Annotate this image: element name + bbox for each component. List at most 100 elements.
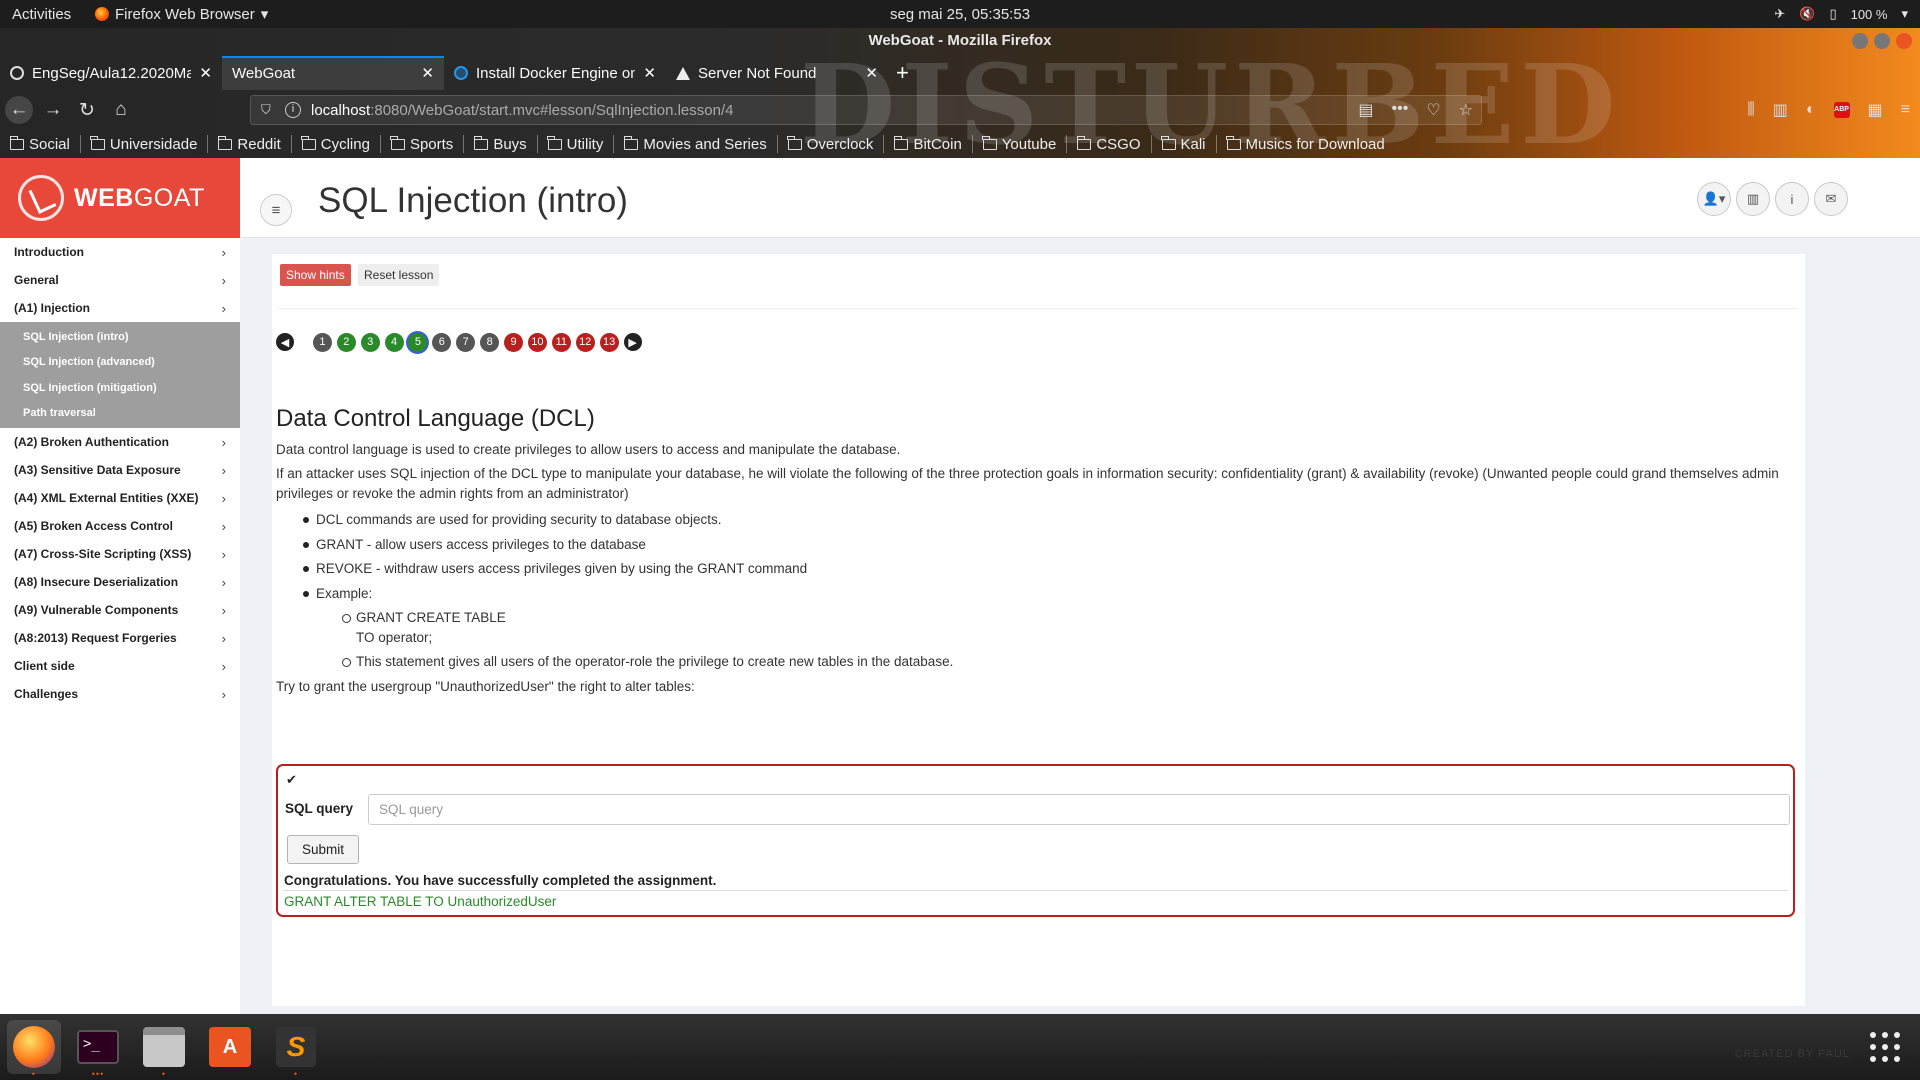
sidebar-category[interactable]: (A1) Injection ›	[0, 294, 240, 322]
pocket-icon[interactable]: ♡	[1426, 100, 1440, 120]
bookmark-folder[interactable]: Cycling	[301, 135, 381, 153]
site-info-icon[interactable]: i	[285, 102, 301, 118]
reload-button[interactable]: ↻	[73, 96, 101, 124]
bookmark-folder[interactable]: Reddit	[217, 135, 292, 153]
url-bar[interactable]: ⛉ i localhost :8080/WebGoat/start.mvc#le…	[250, 95, 1482, 125]
page-button[interactable]: 12	[575, 332, 595, 352]
new-tab-button[interactable]: +	[888, 56, 917, 90]
bookmark-folder[interactable]: Overclock	[787, 135, 885, 153]
sql-query-input[interactable]: SQL query	[368, 794, 1790, 825]
close-window-button[interactable]	[1896, 33, 1912, 49]
about-button[interactable]: i	[1775, 182, 1809, 216]
webgoat-logo[interactable]: WEBGOAT	[0, 158, 240, 238]
bookmark-folder[interactable]: BitCoin	[893, 135, 973, 153]
sidebar-category[interactable]: (A8) Insecure Deserialization ›	[0, 568, 240, 596]
caret-down-icon: ▾	[260, 6, 269, 23]
adblock-plus-icon[interactable]: ABP	[1833, 102, 1850, 118]
sidebar-category[interactable]: (A8:2013) Request Forgeries ›	[0, 624, 240, 652]
sidebar-lesson-link[interactable]: Path traversal	[0, 401, 240, 427]
home-button[interactable]: ⌂	[107, 96, 135, 124]
sidebar-category[interactable]: Client side ›	[0, 652, 240, 680]
dock-sublime-text[interactable]: S •	[269, 1020, 323, 1079]
bookmark-star-icon[interactable]: ☆	[1459, 100, 1473, 120]
next-page-icon[interactable]: ▶	[623, 333, 642, 351]
close-tab-icon[interactable]: ✕	[643, 64, 656, 82]
page-actions-icon[interactable]: •••	[1392, 100, 1409, 120]
bookmark-folder[interactable]: Universidade	[90, 135, 209, 153]
tab-webgoat[interactable]: WebGoat ✕	[222, 56, 444, 90]
previous-page-icon[interactable]: ◀	[276, 333, 294, 351]
sidebar-lesson-link[interactable]: SQL Injection (mitigation)	[0, 375, 240, 401]
bookmark-label: Musics for Download	[1245, 135, 1385, 153]
sidebar-category[interactable]: (A5) Broken Access Control ›	[0, 512, 240, 540]
sidebar-category[interactable]: General ›	[0, 266, 240, 294]
forward-button[interactable]: →	[39, 96, 67, 124]
tab-server-not-found[interactable]: Server Not Found ✕	[666, 56, 888, 90]
bookmark-folder[interactable]: Buys	[473, 135, 538, 153]
bookmark-folder[interactable]: Sports	[390, 135, 465, 153]
page-button[interactable]: 6	[432, 332, 452, 352]
dock-terminal[interactable]: >_ •••	[71, 1020, 125, 1079]
tab-docker[interactable]: Install Docker Engine on ✕	[444, 56, 666, 90]
open-menu-icon[interactable]: ≡	[1901, 101, 1910, 119]
page-button[interactable]: 5	[408, 332, 428, 352]
library-icon[interactable]: ⫼	[1747, 101, 1754, 119]
page-button[interactable]: 9	[504, 332, 524, 352]
wallpaper-watermark: CREATED BY PAUL	[1734, 1048, 1850, 1060]
bookmark-folder[interactable]: Musics for Download	[1226, 135, 1395, 153]
tracking-protection-icon[interactable]: ⛉	[261, 102, 275, 118]
page-button[interactable]: 1	[312, 332, 332, 352]
bookmark-folder[interactable]: Youtube	[982, 135, 1068, 153]
sidebar-category[interactable]: (A2) Broken Authentication ›	[0, 428, 240, 456]
close-tab-icon[interactable]: ✕	[421, 64, 434, 82]
maximize-button[interactable]	[1874, 33, 1890, 49]
page-button[interactable]: 13	[599, 332, 619, 352]
page-button[interactable]: 3	[360, 332, 380, 352]
tab-github[interactable]: EngSeg/Aula12.2020Ma ✕	[0, 56, 222, 90]
sidebar-category[interactable]: (A3) Sensitive Data Exposure ›	[0, 456, 240, 484]
menu-toggle-button[interactable]: ≡	[260, 194, 292, 226]
sidebar-category[interactable]: Challenges ›	[0, 680, 240, 708]
sidebar-icon[interactable]: ▥	[1773, 100, 1788, 120]
bookmark-folder[interactable]: Utility	[547, 135, 615, 153]
contact-button[interactable]: ✉	[1814, 182, 1848, 216]
bookmark-folder[interactable]: CSGO	[1076, 135, 1152, 153]
page-button[interactable]: 2	[336, 332, 356, 352]
report-card-button[interactable]: ▥	[1736, 182, 1770, 216]
dock-software-center[interactable]: A	[203, 1020, 257, 1074]
close-tab-icon[interactable]: ✕	[199, 64, 212, 82]
reset-lesson-button[interactable]: Reset lesson	[358, 264, 440, 286]
page-button[interactable]: 7	[456, 332, 476, 352]
activities-button[interactable]: Activities	[0, 6, 95, 23]
sidebar-category[interactable]: (A7) Cross-Site Scripting (XSS) ›	[0, 540, 240, 568]
sidebar-lesson-link[interactable]: SQL Injection (advanced)	[0, 350, 240, 376]
page-button[interactable]: 10	[527, 332, 547, 352]
back-button[interactable]: ←	[5, 96, 33, 124]
extension-2-icon[interactable]: ▦	[1868, 100, 1883, 120]
bookmark-folder[interactable]: Social	[9, 135, 81, 153]
page-button[interactable]: 4	[384, 332, 404, 352]
user-menu-button[interactable]: 👤▾	[1697, 182, 1731, 216]
dock-files[interactable]: •	[137, 1020, 191, 1079]
show-applications-icon[interactable]	[1870, 1032, 1900, 1062]
system-tray[interactable]: ✈ 🔇 ▯ 100 % ▾	[1774, 6, 1908, 22]
bookmark-folder[interactable]: Movies and Series	[623, 135, 778, 153]
sidebar-category[interactable]: (A9) Vulnerable Components ›	[0, 596, 240, 624]
bookmark-folder[interactable]: Kali	[1161, 135, 1217, 153]
airplane-mode-icon: ✈	[1774, 6, 1786, 21]
extension-icon[interactable]: ◐	[1806, 101, 1816, 119]
list-item: DCL commands are used for providing secu…	[303, 510, 1796, 530]
sidebar-category[interactable]: Introduction ›	[0, 238, 240, 266]
sidebar-category[interactable]: (A4) XML External Entities (XXE) ›	[0, 484, 240, 512]
minimize-button[interactable]	[1852, 33, 1868, 49]
assignment-form: ✔ SQL query SQL query Submit Congratulat…	[276, 764, 1795, 917]
close-tab-icon[interactable]: ✕	[865, 64, 878, 82]
dock-firefox[interactable]: •	[7, 1020, 61, 1079]
app-menu[interactable]: Firefox Web Browser ▾	[95, 5, 268, 23]
sidebar-lesson-link[interactable]: SQL Injection (intro)	[0, 324, 240, 350]
reader-view-icon[interactable]: ▤	[1358, 100, 1373, 120]
show-hints-button[interactable]: Show hints	[280, 264, 351, 286]
page-button[interactable]: 8	[480, 332, 500, 352]
page-button[interactable]: 11	[551, 332, 571, 352]
submit-button[interactable]: Submit	[287, 835, 359, 864]
